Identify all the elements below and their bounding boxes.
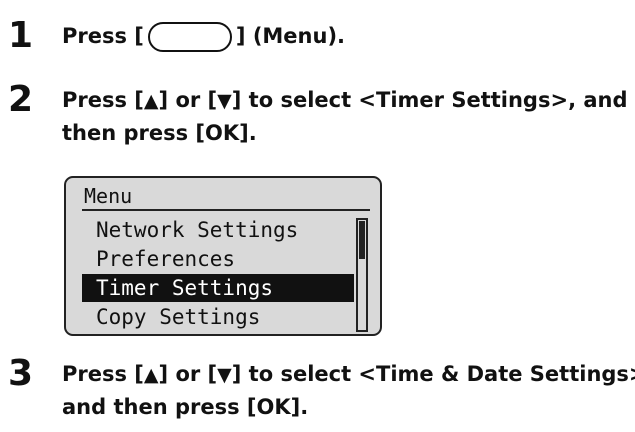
lcd-menu-item: Network Settings	[96, 218, 299, 242]
menu-key-icon	[147, 22, 232, 52]
down-arrow-icon: ▼	[217, 90, 232, 112]
step-instruction-line1: Press [▲] or [▼] to select <Timer Settin…	[62, 84, 628, 118]
step-instruction: Press [ ] (Menu).	[62, 20, 345, 53]
step-text-before: Press [	[62, 24, 144, 48]
lcd-divider	[82, 209, 370, 211]
step-text: ] to select <Time & Date Settings>,	[231, 362, 635, 386]
step-instruction-line1: Press [▲] or [▼] to select <Time & Date …	[62, 358, 635, 392]
step-text: ] to select <Timer Settings>, and	[231, 88, 628, 112]
step-number: 1	[8, 15, 34, 56]
up-arrow-icon: ▲	[143, 90, 159, 112]
lcd-display: Menu Network Settings Preferences Timer …	[64, 176, 382, 336]
lcd-menu-item: Copy Settings	[96, 305, 261, 329]
lcd-scrollbar	[356, 218, 368, 332]
step-number: 2	[8, 79, 34, 120]
lcd-menu-item-selected: Timer Settings	[82, 274, 354, 302]
step-text: ] or [	[158, 88, 218, 112]
down-arrow-icon: ▼	[217, 364, 232, 386]
step-text: ] or [	[158, 362, 218, 386]
up-arrow-icon: ▲	[143, 364, 159, 386]
step-number: 3	[8, 353, 34, 394]
lcd-scrollbar-thumb	[359, 221, 365, 259]
step-instruction-line2: then press [OK].	[62, 121, 257, 145]
step-text: Press [	[62, 362, 144, 386]
lcd-title: Menu	[84, 184, 133, 208]
step-text-after: ] (Menu).	[235, 24, 346, 48]
lcd-menu-item: Preferences	[96, 247, 236, 271]
step-instruction-line2: and then press [OK].	[62, 395, 309, 419]
step-text: Press [	[62, 88, 144, 112]
